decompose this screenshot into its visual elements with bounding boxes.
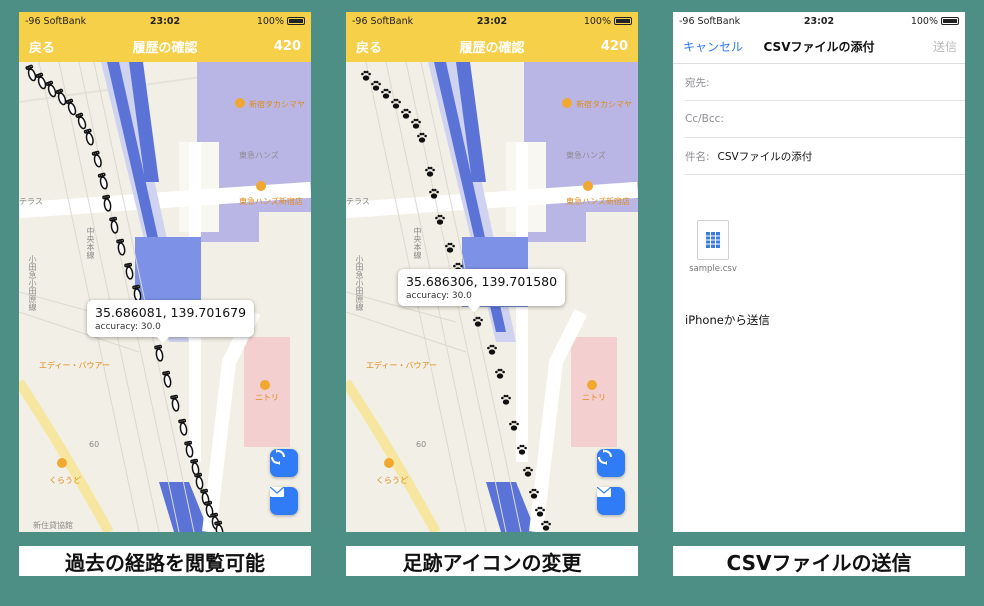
coordinates-text: 35.686306, 139.701580	[406, 274, 558, 289]
map-view[interactable]: 新宿タカシマヤ 東急ハンズ 東急ハンズ新宿店 テラス 中央本線 小田急小田原線 …	[346, 62, 638, 532]
map-label-tokyu-hands: 東急ハンズ新宿店	[239, 197, 303, 206]
battery-label: 100%	[910, 15, 938, 27]
grid-icon	[706, 232, 720, 248]
attachment[interactable]: sample.csv	[685, 220, 741, 274]
caption-icon-change: 足跡アイコンの変更	[346, 546, 638, 576]
to-label: 宛先:	[685, 76, 710, 89]
mail-button[interactable]	[597, 487, 625, 515]
record-count: 420	[273, 38, 301, 54]
carrier-label: -96 SoftBank	[679, 15, 741, 27]
mail-button[interactable]	[270, 487, 298, 515]
map-label-odakyu-line: 小田急小田原線	[28, 255, 37, 311]
map-label-nitori: ニトリ	[582, 393, 606, 402]
ccbcc-label: Cc/Bcc:	[685, 113, 724, 125]
status-bar: -96 SoftBank 23:02 100%	[19, 12, 311, 30]
map-canvas	[19, 62, 311, 532]
map-label-nitori: ニトリ	[255, 393, 279, 402]
subject-label: 件名:	[685, 150, 710, 163]
subject-value: CSVファイルの添付	[717, 150, 813, 163]
screenshot-history-footprints: -96 SoftBank 23:02 100% 戻る 履歴の確認 420 新宿タ…	[19, 12, 311, 532]
map-label-terrace: テラス	[346, 197, 370, 206]
cancel-button[interactable]: キャンセル	[683, 38, 743, 55]
map-label-eddie-bauer: エディー・バウアー	[39, 361, 110, 370]
status-bar: -96 SoftBank 23:02 100%	[673, 12, 965, 30]
map-label-kurauto: くらうど	[376, 476, 408, 485]
caption-csv-send: CSVファイルの送信	[673, 546, 965, 576]
map-label-60: 60	[89, 440, 100, 449]
send-button[interactable]: 送信	[933, 38, 957, 55]
accuracy-text: accuracy: 30.0	[406, 291, 472, 301]
mail-body[interactable]: iPhoneから送信	[685, 312, 770, 328]
map-label-chuo-line: 中央本線	[413, 227, 422, 259]
map-view[interactable]: 新宿タカシマヤ 東急ハンズ 東急ハンズ新宿店 テラス 中央本線 小田急小田原線 …	[19, 62, 311, 532]
to-field[interactable]: 宛先:	[685, 64, 965, 101]
carrier-label: -96 SoftBank	[352, 15, 414, 27]
map-label-60: 60	[416, 440, 427, 449]
back-button[interactable]: 戻る	[29, 37, 55, 56]
map-label-chuo-line: 中央本線	[86, 227, 95, 259]
ccbcc-field[interactable]: Cc/Bcc:	[685, 101, 965, 138]
battery-icon	[614, 17, 632, 25]
accuracy-text: accuracy: 30.0	[95, 322, 161, 332]
coordinates-text: 35.686081, 139.701679	[95, 305, 247, 320]
map-label-terrace: テラス	[19, 197, 43, 206]
refresh-button[interactable]	[597, 449, 625, 477]
subject-field[interactable]: 件名: CSVファイルの添付	[685, 138, 965, 175]
map-label-shinjuku-kaijo: 新住貸協館	[33, 521, 73, 530]
location-callout[interactable]: 35.686081, 139.701679 accuracy: 30.0	[87, 300, 255, 343]
navbar: 戻る 履歴の確認 420	[19, 30, 311, 62]
screenshot-mail-compose: -96 SoftBank 23:02 100% キャンセル CSVファイルの添付…	[673, 12, 965, 532]
map-label-tokyu-faint: 東急ハンズ	[239, 151, 279, 160]
attachment-name: sample.csv	[689, 264, 737, 274]
map-label-odakyu-line: 小田急小田原線	[355, 255, 364, 311]
mail-navbar: キャンセル CSVファイルの添付 送信	[673, 30, 965, 64]
map-label-tokyu-faint: 東急ハンズ	[566, 151, 606, 160]
battery-label: 100%	[583, 15, 611, 27]
location-callout[interactable]: 35.686306, 139.701580 accuracy: 30.0	[398, 269, 566, 312]
record-count: 420	[600, 38, 628, 54]
map-label-takashimaya: 新宿タカシマヤ	[576, 100, 632, 109]
navbar: 戻る 履歴の確認 420	[346, 30, 638, 62]
refresh-icon	[271, 449, 285, 465]
screenshot-paw-icons: -96 SoftBank 23:02 100% 戻る 履歴の確認 420 新宿タ…	[346, 12, 638, 532]
battery-icon	[941, 17, 959, 25]
refresh-button[interactable]	[270, 449, 298, 477]
map-label-eddie-bauer: エディー・バウアー	[366, 361, 437, 370]
refresh-icon	[598, 449, 612, 465]
spreadsheet-file-icon	[697, 220, 729, 260]
battery-icon	[287, 17, 305, 25]
page-title: 履歴の確認	[459, 40, 525, 56]
caption-history: 過去の経路を閲覧可能	[19, 546, 311, 576]
mail-icon	[270, 487, 284, 497]
battery-label: 100%	[256, 15, 284, 27]
mail-icon	[597, 487, 611, 497]
map-label-takashimaya: 新宿タカシマヤ	[249, 100, 305, 109]
carrier-label: -96 SoftBank	[25, 15, 87, 27]
status-bar: -96 SoftBank 23:02 100%	[346, 12, 638, 30]
map-label-tokyu-hands: 東急ハンズ新宿店	[566, 197, 630, 206]
map-label-kurauto: くらうど	[49, 476, 81, 485]
back-button[interactable]: 戻る	[356, 37, 382, 56]
page-title: 履歴の確認	[132, 40, 198, 56]
